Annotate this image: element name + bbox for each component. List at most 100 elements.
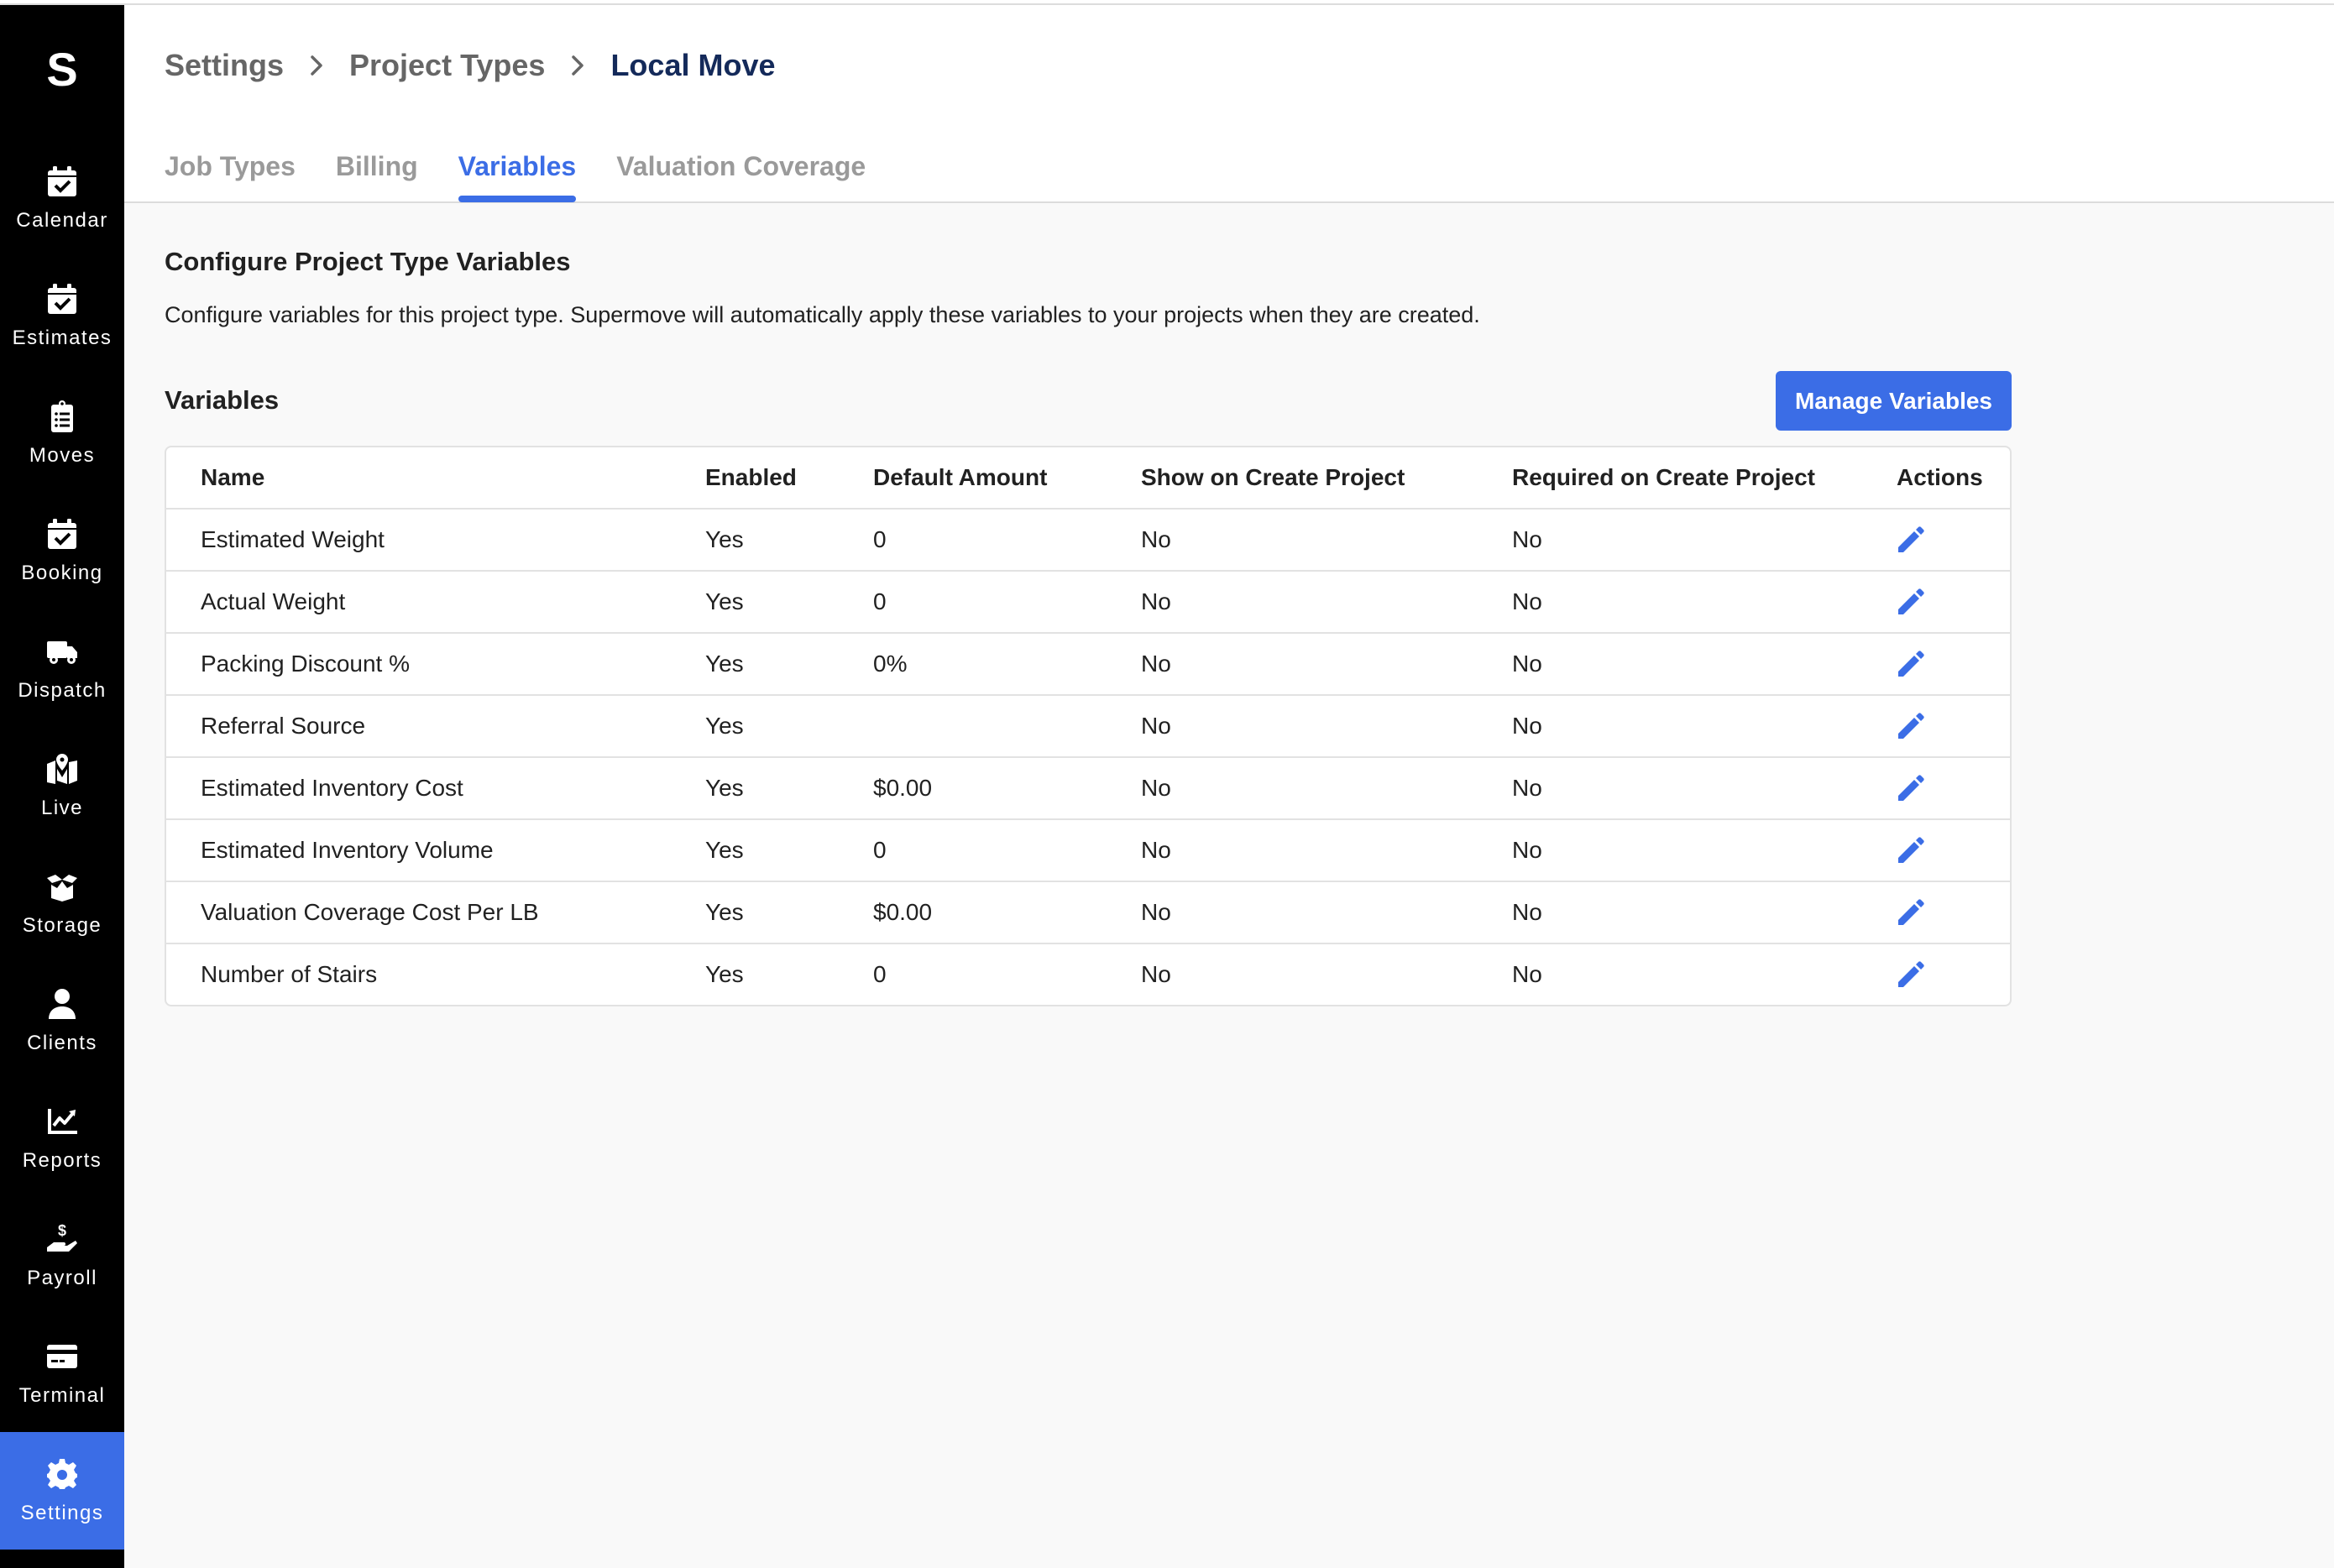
cell-default-amount: 0 [873, 588, 887, 614]
cell-name: Number of Stairs [201, 961, 378, 987]
cell-default-amount: $0.00 [873, 775, 933, 801]
section-description: Configure variables for this project typ… [165, 302, 1480, 327]
cell-show-on-create: No [1141, 713, 1171, 739]
variables-title: Variables [165, 385, 280, 415]
sidebar-item-label: Clients [27, 1032, 97, 1054]
sidebar: S Calendar Estimates Moves Booking Dispatch L… [0, 5, 124, 1568]
sidebar-item-clients[interactable]: Clients [0, 962, 124, 1079]
clipboard-list-icon [45, 400, 79, 433]
column-header-show-on-create: Show on Create Project [1141, 464, 1405, 490]
variables-table: Name Enabled Default Amount Show on Crea… [165, 446, 2012, 1006]
cell-enabled: Yes [705, 713, 744, 739]
sidebar-item-settings[interactable]: Settings [0, 1432, 124, 1550]
table-row: Referral Source Yes No No [166, 694, 2010, 756]
cell-name: Packing Discount % [201, 651, 411, 677]
svg-text:$: $ [58, 1222, 66, 1239]
gear-icon [45, 1457, 79, 1491]
sidebar-item-payroll[interactable]: $ Payroll [0, 1197, 124, 1315]
column-header-default-amount: Default Amount [873, 464, 1048, 490]
cell-show-on-create: No [1141, 837, 1171, 863]
cell-name: Referral Source [201, 713, 366, 739]
table-header-row: Name Enabled Default Amount Show on Crea… [166, 447, 2010, 508]
tab-billing[interactable]: Billing [336, 146, 418, 203]
cell-required-on-create: No [1512, 713, 1542, 739]
pencil-icon[interactable] [1897, 774, 1925, 802]
tab-variables[interactable]: Variables [458, 146, 576, 203]
tab-valuation-coverage[interactable]: Valuation Coverage [616, 146, 866, 203]
cell-enabled: Yes [705, 588, 744, 614]
cell-required-on-create: No [1512, 961, 1542, 987]
cell-enabled: Yes [705, 837, 744, 863]
cell-required-on-create: No [1512, 899, 1542, 925]
page-header: Settings Project Types Local Move Job Ty… [124, 5, 2334, 203]
tab-job-types[interactable]: Job Types [165, 146, 296, 203]
cell-default-amount: 0 [873, 961, 887, 987]
sidebar-item-label: Terminal [18, 1384, 106, 1407]
breadcrumb-project-types[interactable]: Project Types [349, 45, 545, 86]
sidebar-item-moves[interactable]: Moves [0, 374, 124, 492]
chevron-right-icon [306, 55, 327, 76]
cell-enabled: Yes [705, 961, 744, 987]
table-row: Estimated Weight Yes 0 No No [166, 508, 2010, 570]
table-row: Packing Discount % Yes 0% No No [166, 632, 2010, 694]
cell-name: Estimated Inventory Cost [201, 775, 463, 801]
cell-show-on-create: No [1141, 899, 1171, 925]
cell-show-on-create: No [1141, 526, 1171, 552]
sidebar-item-terminal[interactable]: Terminal [0, 1315, 124, 1432]
cell-default-amount: 0% [873, 651, 908, 677]
breadcrumb-settings[interactable]: Settings [165, 45, 284, 86]
chart-line-icon [45, 1105, 79, 1138]
sidebar-item-estimates[interactable]: Estimates [0, 257, 124, 374]
pencil-icon[interactable] [1897, 898, 1925, 927]
pencil-icon[interactable] [1897, 960, 1925, 989]
calendar-check-icon [45, 165, 79, 198]
sidebar-item-label: Calendar [16, 209, 108, 232]
sidebar-item-live[interactable]: Live [0, 727, 124, 844]
pencil-icon[interactable] [1897, 836, 1925, 865]
cell-name: Valuation Coverage Cost Per LB [201, 899, 539, 925]
sidebar-item-calendar[interactable]: Calendar [0, 139, 124, 257]
app-logo[interactable]: S [0, 40, 124, 99]
sidebar-item-label: Payroll [27, 1267, 97, 1289]
table-row: Number of Stairs Yes 0 No No [166, 943, 2010, 1005]
sidebar-item-dispatch[interactable]: Dispatch [0, 609, 124, 727]
manage-variables-button[interactable]: Manage Variables [1776, 371, 2012, 431]
sidebar-item-label: Live [40, 797, 84, 819]
sidebar-item-booking[interactable]: Booking [0, 492, 124, 609]
cell-show-on-create: No [1141, 651, 1171, 677]
cell-enabled: Yes [705, 899, 744, 925]
sidebar-item-label: Dispatch [18, 679, 107, 702]
sidebar-item-label: Booking [21, 562, 103, 584]
sidebar-item-label: Storage [22, 914, 102, 937]
cell-name: Estimated Inventory Volume [201, 837, 494, 863]
sidebar-item-label: Estimates [12, 327, 113, 349]
tab-bar: Job Types Billing Variables Valuation Co… [165, 146, 906, 203]
cell-show-on-create: No [1141, 961, 1171, 987]
table-row: Estimated Inventory Volume Yes 0 No No [166, 818, 2010, 881]
pencil-icon[interactable] [1897, 588, 1925, 616]
cell-required-on-create: No [1512, 588, 1542, 614]
sidebar-item-storage[interactable]: Storage [0, 844, 124, 962]
column-header-actions: Actions [1897, 464, 1983, 490]
calendar-check-icon [45, 517, 79, 551]
cell-enabled: Yes [705, 775, 744, 801]
sidebar-item-label: Reports [22, 1149, 102, 1172]
sidebar-item-label: Moves [29, 444, 96, 467]
cell-enabled: Yes [705, 651, 744, 677]
table-row: Estimated Inventory Cost Yes $0.00 No No [166, 756, 2010, 818]
pencil-icon[interactable] [1897, 712, 1925, 740]
breadcrumb: Settings Project Types Local Move [165, 45, 776, 86]
hand-dollar-icon: $ [45, 1222, 79, 1256]
sidebar-item-reports[interactable]: Reports [0, 1079, 124, 1197]
sidebar-item-label: Settings [20, 1502, 104, 1524]
cell-required-on-create: No [1512, 526, 1542, 552]
credit-card-icon [45, 1340, 79, 1373]
table-row: Valuation Coverage Cost Per LB Yes $0.00 No… [166, 881, 2010, 943]
calendar-check-icon [45, 282, 79, 316]
cell-default-amount: $0.00 [873, 899, 933, 925]
section-title: Configure Project Type Variables [165, 247, 571, 276]
pencil-icon[interactable] [1897, 525, 1925, 554]
cell-name: Actual Weight [201, 588, 346, 614]
pencil-icon[interactable] [1897, 650, 1925, 678]
table-row: Actual Weight Yes 0 No No [166, 570, 2010, 632]
